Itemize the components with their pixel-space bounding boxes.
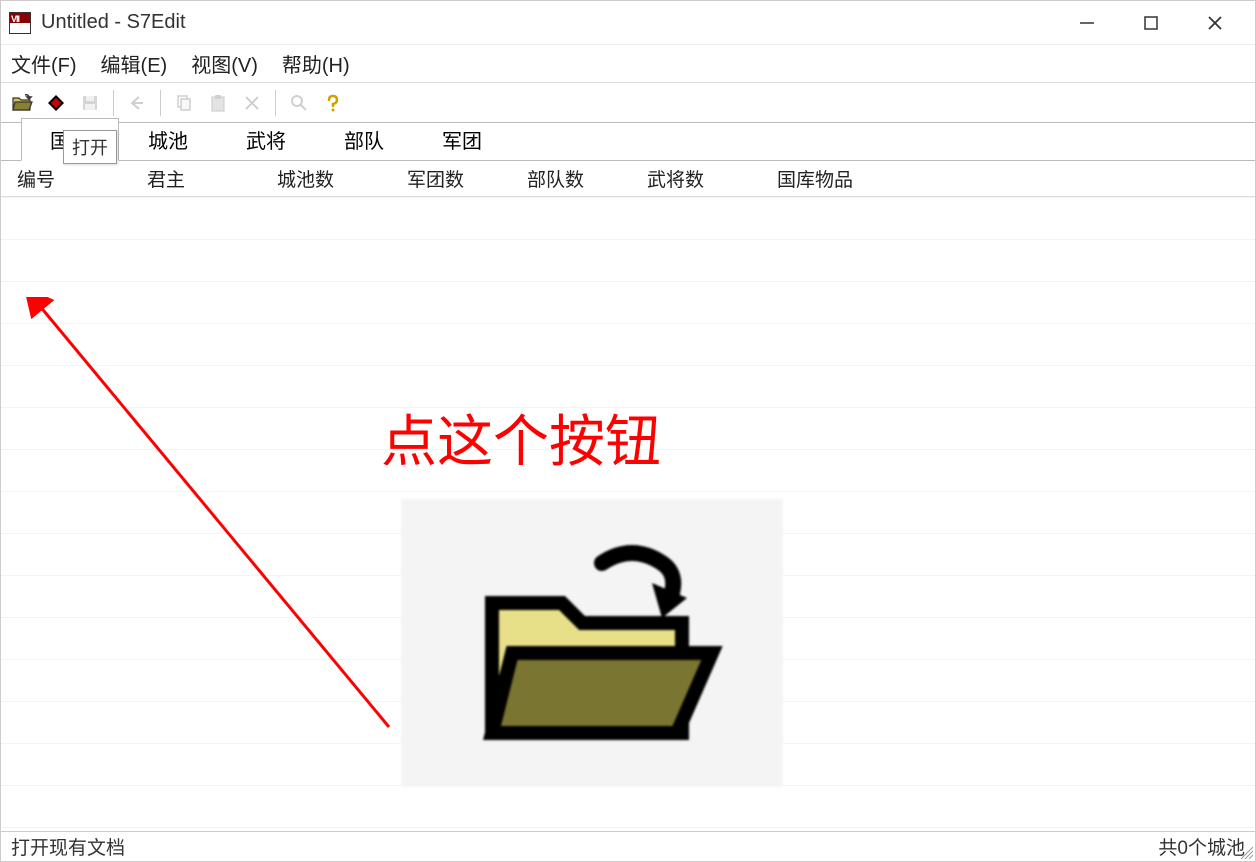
toolbar-separator	[113, 90, 114, 116]
maximize-button[interactable]	[1131, 8, 1171, 38]
close-button[interactable]	[1195, 8, 1235, 38]
annotation-label: 点这个按钮	[381, 397, 661, 478]
column-lord[interactable]: 君主	[131, 161, 261, 196]
titlebar: Untitled - S7Edit	[1, 1, 1255, 45]
help-button[interactable]	[318, 88, 348, 118]
paste-icon	[208, 93, 228, 113]
tab-general[interactable]: 武将	[217, 118, 315, 160]
tool-diamond-button[interactable]	[41, 88, 71, 118]
toolbar-separator	[275, 90, 276, 116]
main-window: Untitled - S7Edit 文件(F) 编辑(E) 视图(V) 帮助(H…	[0, 0, 1256, 862]
minimize-button[interactable]	[1067, 8, 1107, 38]
window-title: Untitled - S7Edit	[41, 11, 1067, 34]
open-tooltip: 打开	[63, 130, 117, 164]
annotation-icon-preview	[401, 499, 783, 787]
annotation-arrow	[19, 297, 419, 737]
diamond-icon	[46, 93, 66, 113]
save-icon	[80, 93, 100, 113]
window-controls	[1067, 8, 1247, 38]
tab-troop[interactable]: 部队	[315, 118, 413, 160]
open-folder-large-icon	[452, 523, 732, 763]
close-icon	[1206, 14, 1224, 32]
back-button	[122, 88, 152, 118]
copy-icon	[174, 93, 194, 113]
app-icon	[9, 12, 31, 34]
open-folder-icon	[10, 91, 34, 115]
status-right: 共0个城池	[1158, 833, 1245, 860]
paste-button	[203, 88, 233, 118]
x-icon	[242, 93, 262, 113]
toolbar	[1, 83, 1255, 123]
column-id[interactable]: 编号	[1, 161, 131, 196]
menubar: 文件(F) 编辑(E) 视图(V) 帮助(H)	[1, 45, 1255, 83]
column-corps[interactable]: 军团数	[391, 161, 511, 196]
save-button	[75, 88, 105, 118]
help-icon	[323, 93, 343, 113]
minimize-icon	[1078, 14, 1096, 32]
search-icon	[289, 93, 309, 113]
open-button[interactable]	[7, 88, 37, 118]
menu-edit[interactable]: 编辑(E)	[101, 49, 168, 78]
toolbar-separator	[160, 90, 161, 116]
column-treasury[interactable]: 国库物品	[761, 161, 901, 196]
status-left: 打开现有文档	[11, 833, 125, 860]
maximize-icon	[1142, 14, 1160, 32]
statusbar: 打开现有文档 共0个城池	[1, 831, 1255, 861]
column-troops[interactable]: 部队数	[511, 161, 631, 196]
tab-city[interactable]: 城池	[119, 118, 217, 160]
menu-file[interactable]: 文件(F)	[11, 49, 77, 78]
copy-button	[169, 88, 199, 118]
menu-view[interactable]: 视图(V)	[191, 49, 258, 78]
resize-grip-icon[interactable]	[1237, 843, 1253, 859]
menu-help[interactable]: 帮助(H)	[282, 49, 350, 78]
arrow-left-icon	[127, 93, 147, 113]
column-cities[interactable]: 城池数	[261, 161, 391, 196]
tab-corps[interactable]: 军团	[413, 118, 511, 160]
column-generals[interactable]: 武将数	[631, 161, 761, 196]
tabs: 国家 城池 武将 部队 军团 打开	[1, 123, 1255, 161]
delete-button	[237, 88, 267, 118]
table-header: 编号 君主 城池数 军团数 部队数 武将数 国库物品	[1, 161, 1255, 197]
search-button	[284, 88, 314, 118]
table-body: 点这个按钮	[1, 197, 1255, 831]
